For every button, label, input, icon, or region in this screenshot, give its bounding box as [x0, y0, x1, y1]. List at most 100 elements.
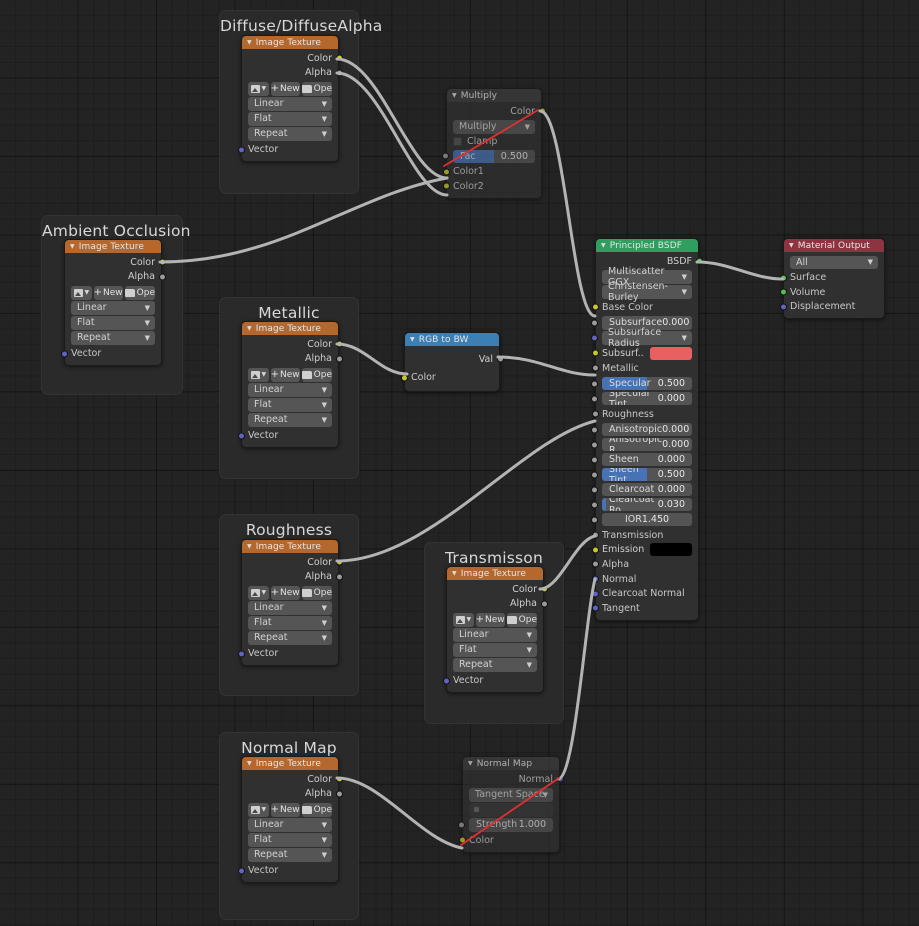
socket-surface-in[interactable]	[779, 274, 787, 282]
socket-color-in[interactable]	[458, 836, 466, 844]
socket-color-out[interactable]	[540, 585, 548, 593]
socket-val-out[interactable]	[496, 355, 504, 363]
node-normal-map[interactable]: ▼ Normal Map Normal Tangent Space ▼ Stren…	[458, 756, 564, 853]
socket-float-in[interactable]	[591, 501, 598, 509]
socket-volume-in[interactable]	[779, 288, 787, 296]
socket-color-out[interactable]	[335, 558, 343, 566]
socket-color-out[interactable]	[335, 340, 343, 348]
socket-fac-in[interactable]	[442, 152, 449, 160]
open-image-button[interactable]: Ope	[301, 367, 332, 382]
browse-image-button[interactable]: ▼	[453, 612, 474, 627]
node-header[interactable]: ▼ Multiply	[447, 89, 541, 102]
browse-image-button[interactable]: ▼	[248, 81, 269, 96]
slider[interactable]: Specular Tint 0.000	[602, 391, 692, 406]
image-datablock-bar[interactable]: ▼ + New Ope	[65, 285, 161, 300]
open-image-button[interactable]: Ope	[124, 285, 155, 300]
bsdf-input-subsurface-radius[interactable]: Subsurface Radius ▼	[591, 327, 698, 349]
node-material-output[interactable]: ▼ Material Output All ▼ Surface Volume Di…	[779, 238, 885, 320]
bsdf-input-sheen-tint[interactable]: Sheen Tint 0.500	[591, 467, 698, 482]
node-principled-bsdf[interactable]: ▼ Principled BSDF BSDF Multiscatter GGX ▼…	[591, 238, 703, 621]
slider[interactable]: IOR 1.450	[602, 512, 692, 527]
socket-float-in[interactable]	[591, 441, 598, 449]
socket-float-in[interactable]	[591, 319, 598, 327]
collapse-triangle-icon[interactable]: ▼	[452, 92, 457, 99]
interpolation-dropdown[interactable]: Linear ▼	[71, 301, 155, 315]
extension-dropdown[interactable]: Repeat ▼	[248, 413, 332, 427]
socket-alpha-out[interactable]	[335, 790, 343, 798]
socket-color-out[interactable]	[335, 775, 343, 783]
target-dropdown[interactable]: All ▼	[790, 255, 878, 269]
socket-vector-in[interactable]	[591, 575, 599, 583]
socket-color-in[interactable]	[591, 349, 599, 357]
extension-dropdown[interactable]: Repeat ▼	[248, 631, 332, 645]
collapse-triangle-icon[interactable]: ▼	[247, 760, 252, 767]
browse-image-button[interactable]: ▼	[71, 285, 92, 300]
interpolation-dropdown[interactable]: Linear ▼	[248, 97, 332, 111]
fac-slider[interactable]: Fac 0.500	[453, 149, 535, 164]
image-datablock-bar[interactable]: ▼ + New Ope	[242, 367, 338, 382]
browse-image-button[interactable]: ▼	[248, 802, 269, 817]
bsdf-input-emission[interactable]: Emission	[591, 543, 698, 558]
slider[interactable]: Sheen Tint 0.500	[602, 467, 692, 482]
socket-vector-in[interactable]	[237, 650, 245, 658]
node-image-texture-metallic[interactable]: ▼ Image Texture Color Alpha ▼ + New Ope …	[237, 321, 343, 449]
socket-color-out[interactable]	[158, 258, 166, 266]
socket-color1-in[interactable]	[442, 168, 450, 176]
node-header[interactable]: ▼ Image Texture	[242, 322, 338, 335]
node-header[interactable]: ▼ RGB to BW	[405, 333, 499, 346]
interpolation-dropdown[interactable]: Linear ▼	[248, 383, 332, 397]
node-header[interactable]: ▼ Image Texture	[242, 757, 338, 770]
color-swatch[interactable]	[649, 346, 692, 360]
new-image-button[interactable]: + New	[270, 367, 300, 382]
slider[interactable]: Clearcoat 0.000	[602, 482, 692, 497]
extension-dropdown[interactable]: Repeat ▼	[248, 848, 332, 862]
shader-node-editor[interactable]: Diffuse/DiffuseAlpha Ambient Occlusion M…	[0, 0, 919, 926]
socket-color-out[interactable]	[538, 107, 546, 115]
projection-dropdown[interactable]: Flat ▼	[248, 833, 332, 847]
extension-dropdown[interactable]: Repeat ▼	[71, 331, 155, 345]
slider[interactable]: Anisotropic R 0.000	[602, 437, 692, 452]
image-datablock-bar[interactable]: ▼ + New Ope	[242, 81, 338, 96]
socket-color-in[interactable]	[591, 546, 599, 554]
bsdf-input-alpha[interactable]: Alpha	[591, 557, 698, 572]
interpolation-dropdown[interactable]: Linear ▼	[453, 628, 537, 642]
collapse-triangle-icon[interactable]: ▼	[789, 242, 794, 249]
slider[interactable]: Sheen 0.000	[602, 452, 692, 467]
socket-vector-in[interactable]	[237, 146, 245, 154]
image-datablock-bar[interactable]: ▼ + New Ope	[242, 585, 338, 600]
slider[interactable]: Specular 0.500	[602, 376, 692, 391]
collapse-triangle-icon[interactable]: ▼	[601, 242, 606, 249]
subsurface-method-dropdown[interactable]: Christensen-Burley ▼	[602, 281, 692, 303]
socket-float-in[interactable]	[591, 410, 599, 418]
bsdf-input-base-color[interactable]: Base Color	[591, 300, 698, 315]
socket-float-in[interactable]	[591, 395, 598, 403]
new-image-button[interactable]: + New	[475, 612, 505, 627]
slider[interactable]: Anisotropic 0.000	[602, 422, 692, 437]
collapse-triangle-icon[interactable]: ▼	[410, 336, 415, 343]
socket-float-in[interactable]	[591, 516, 598, 524]
new-image-button[interactable]: + New	[270, 81, 300, 96]
node-rgb-to-bw[interactable]: ▼ RGB to BW Val Color	[400, 332, 504, 393]
node-header[interactable]: ▼ Image Texture	[242, 540, 338, 553]
bsdf-input-sheen[interactable]: Sheen 0.000	[591, 452, 698, 467]
interpolation-dropdown[interactable]: Linear ▼	[248, 818, 332, 832]
new-image-button[interactable]: + New	[270, 802, 300, 817]
bsdf-input-metallic[interactable]: Metallic	[591, 361, 698, 376]
node-header[interactable]: ▼ Material Output	[784, 239, 884, 252]
socket-float-in[interactable]	[591, 531, 599, 539]
socket-vector-in[interactable]	[591, 334, 598, 342]
collapse-triangle-icon[interactable]: ▼	[247, 543, 252, 550]
node-image-texture-roughness[interactable]: ▼ Image Texture Color Alpha ▼ + New Ope …	[237, 539, 343, 667]
bsdf-input-specular[interactable]: Specular 0.500	[591, 376, 698, 391]
dropdown[interactable]: Subsurface Radius ▼	[602, 327, 692, 349]
socket-color-in[interactable]	[400, 374, 408, 382]
collapse-triangle-icon[interactable]: ▼	[468, 760, 473, 767]
socket-vector-in[interactable]	[591, 604, 599, 612]
space-dropdown[interactable]: Tangent Space ▼	[469, 788, 553, 802]
bsdf-input-subsurface[interactable]: Subsurface 0.000	[591, 316, 698, 330]
node-header[interactable]: ▼ Image Texture	[447, 567, 543, 580]
projection-dropdown[interactable]: Flat ▼	[248, 616, 332, 630]
strength-slider[interactable]: Strength 1.000	[469, 818, 553, 832]
socket-alpha-out[interactable]	[158, 273, 166, 281]
socket-bsdf-out[interactable]	[695, 257, 703, 265]
